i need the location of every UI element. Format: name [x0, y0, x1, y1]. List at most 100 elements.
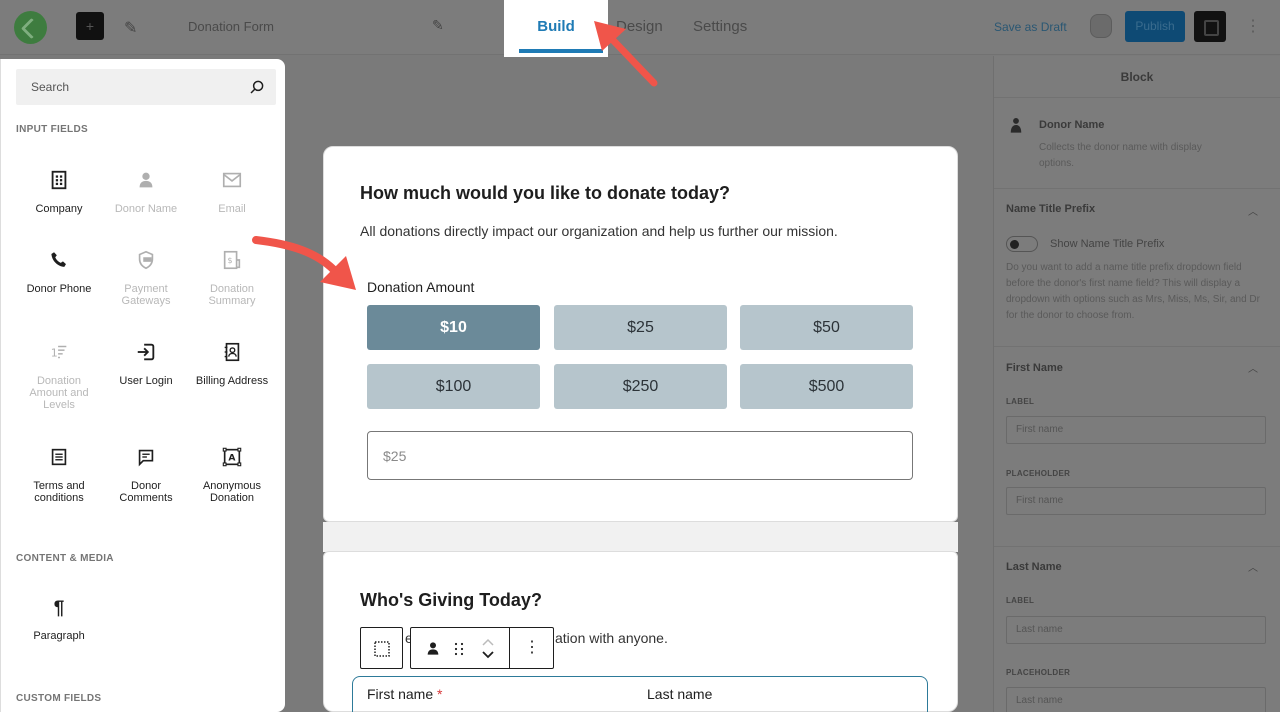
settings-sidebar-toggle[interactable]: [1194, 11, 1226, 42]
pilcrow-icon: ¶: [53, 598, 65, 619]
block-email: Email: [190, 169, 274, 215]
block-inserter-panel: Search INPUT FIELDS Company Donor Name E…: [0, 59, 285, 712]
chevron-up-icon[interactable]: ︿: [1248, 559, 1258, 574]
number-list-icon: 1: [46, 341, 72, 367]
block-donor-comments[interactable]: Donor Comments: [104, 446, 188, 504]
back-to-dashboard-logo[interactable]: [14, 11, 47, 44]
preview-button[interactable]: [1090, 14, 1112, 38]
editor-header: + ✎ Donation Form ✎ Build Design Setting…: [0, 0, 1280, 57]
add-block-button[interactable]: +: [76, 12, 104, 40]
chevron-up-icon[interactable]: ︿: [1248, 360, 1258, 375]
section-title-custom-fields: CUSTOM FIELDS: [16, 693, 102, 704]
toggle-label: Show Name Title Prefix: [1050, 238, 1165, 250]
block-toolbar: ⋮: [410, 627, 554, 669]
tab-build[interactable]: Build: [504, 0, 608, 57]
block-anonymous-donation[interactable]: A Anonymous Donation: [190, 446, 274, 504]
amount-level-button[interactable]: $10: [367, 305, 540, 350]
donation-amount-label: Donation Amount: [367, 279, 475, 295]
block-donor-name: Donor Name: [104, 169, 188, 215]
first-name-placeholder-input[interactable]: First name: [1006, 487, 1266, 515]
last-name-label-input[interactable]: Last name: [1006, 616, 1266, 644]
block-search-input[interactable]: Search: [16, 69, 276, 105]
select-parent-block-button[interactable]: [360, 627, 403, 669]
custom-amount-value: $25: [383, 448, 407, 464]
block-donor-phone[interactable]: Donor Phone: [17, 249, 101, 295]
panel-section-title[interactable]: First Name: [1006, 362, 1063, 374]
address-book-icon: [219, 341, 245, 367]
amount-level-button[interactable]: $250: [554, 364, 727, 409]
block-label: Anonymous Donation: [202, 480, 262, 504]
name-title-prefix-toggle[interactable]: [1006, 236, 1038, 252]
login-arrow-icon: [133, 341, 159, 367]
block-options-button[interactable]: ⋮: [510, 628, 554, 668]
select-parent-icon: [374, 641, 390, 657]
field-caption: LABEL: [1006, 596, 1035, 605]
form-title[interactable]: Donation Form: [188, 19, 274, 34]
amount-section-description[interactable]: All donations directly impact our organi…: [360, 223, 838, 239]
block-paragraph[interactable]: ¶ Paragraph: [17, 596, 101, 642]
donor-section-description-end[interactable]: ation with anyone.: [555, 630, 668, 646]
custom-amount-input[interactable]: $25: [367, 431, 913, 480]
field-caption: LABEL: [1006, 397, 1035, 406]
block-label: Email: [218, 203, 246, 215]
section-title-content-media: CONTENT & MEDIA: [16, 553, 114, 564]
first-name-label-text: First name: [367, 686, 434, 702]
panel-section-title[interactable]: Name Title Prefix: [1006, 203, 1095, 215]
block-user-login[interactable]: User Login: [104, 341, 188, 387]
block-donation-summary: $ Donation Summary: [190, 249, 274, 307]
amount-level-button[interactable]: $50: [740, 305, 913, 350]
shield-card-icon: [133, 249, 159, 275]
block-label: Donor Phone: [26, 283, 92, 295]
person-icon[interactable]: [425, 640, 441, 656]
section-divider: [323, 522, 958, 552]
chevron-up-icon[interactable]: ︿: [1248, 203, 1258, 218]
block-company[interactable]: Company: [17, 169, 101, 215]
more-options-icon[interactable]: ⋮: [1245, 16, 1261, 36]
input-value: Last name: [1016, 695, 1063, 706]
block-label: Donor Name: [114, 203, 178, 215]
search-placeholder: Search: [31, 80, 70, 94]
block-label: Donor Comments: [119, 480, 173, 504]
save-as-draft-button[interactable]: Save as Draft: [994, 20, 1067, 34]
drag-handle-icon[interactable]: [453, 641, 465, 657]
last-name-placeholder-input[interactable]: Last name: [1006, 687, 1266, 712]
required-asterisk: *: [437, 686, 443, 702]
receipt-dollar-icon: $: [219, 249, 245, 275]
tools-pen-icon[interactable]: ✎: [124, 18, 137, 38]
block-terms-conditions[interactable]: Terms and conditions: [17, 446, 101, 504]
amount-level-button[interactable]: $100: [367, 364, 540, 409]
block-tab[interactable]: Block: [994, 56, 1280, 98]
tab-build-label: Build: [537, 18, 575, 35]
block-label: Company: [35, 203, 83, 215]
edit-title-pencil-icon[interactable]: ✎: [432, 17, 444, 34]
panel-divider: [994, 346, 1280, 347]
comment-icon: [133, 446, 159, 472]
svg-text:$: $: [227, 255, 232, 265]
svg-text:1: 1: [51, 347, 58, 360]
first-name-label-input[interactable]: First name: [1006, 416, 1266, 444]
tab-design[interactable]: Design: [616, 18, 663, 35]
amount-level-button[interactable]: $25: [554, 305, 727, 350]
tab-settings[interactable]: Settings: [693, 18, 747, 35]
vertical-ellipsis-icon: ⋮: [524, 639, 540, 656]
amount-section-heading[interactable]: How much would you like to donate today?: [360, 183, 730, 204]
phone-icon: [46, 249, 72, 275]
last-name-label: Last name: [647, 686, 713, 702]
block-label: Billing Address: [195, 375, 269, 387]
panel-divider: [994, 188, 1280, 189]
move-up-chevron-icon[interactable]: [481, 636, 495, 648]
document-list-icon: [46, 446, 72, 472]
publish-button[interactable]: Publish: [1125, 11, 1185, 42]
building-icon: [46, 169, 72, 195]
text-frame-icon: A: [219, 446, 245, 472]
donor-section-heading[interactable]: Who's Giving Today?: [360, 590, 542, 611]
block-label: Terms and conditions: [33, 480, 85, 504]
block-label: Donation Summary: [208, 283, 256, 307]
block-label: Donation Amount and Levels: [29, 375, 89, 411]
move-down-chevron-icon[interactable]: [481, 649, 495, 661]
block-billing-address[interactable]: Billing Address: [190, 341, 274, 387]
person-icon: [1010, 118, 1022, 133]
panel-section-title[interactable]: Last Name: [1006, 561, 1062, 573]
first-name-label: First name *: [367, 686, 442, 702]
amount-level-button[interactable]: $500: [740, 364, 913, 409]
